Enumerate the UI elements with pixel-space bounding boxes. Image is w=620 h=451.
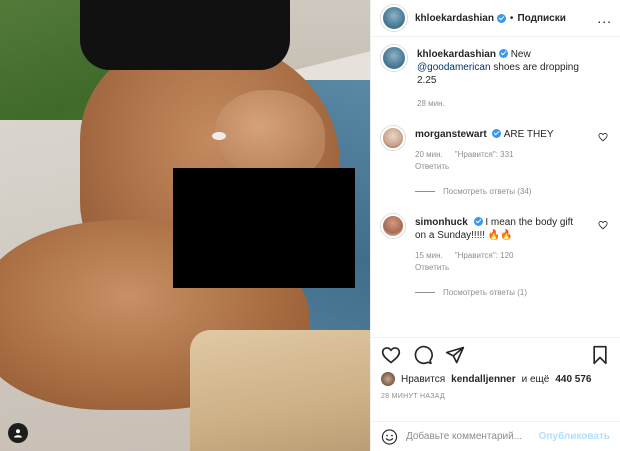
add-comment-bar: Опубликовать — [371, 421, 620, 451]
instagram-post-view: khloekardashian • Подписки ... khloekard… — [0, 0, 620, 451]
liker-avatar[interactable] — [381, 372, 395, 386]
reply-button[interactable]: Ответить — [415, 263, 585, 272]
view-replies-label: Посмотреть ответы (34) — [443, 187, 532, 196]
photo-black-top — [80, 0, 290, 70]
comment-meta: 20 мин. "Нравится": 331 — [415, 150, 585, 159]
share-icon[interactable] — [445, 345, 465, 365]
view-replies-label: Посмотреть ответы (1) — [443, 288, 528, 297]
verified-icon — [473, 217, 483, 226]
verified-icon — [492, 129, 502, 138]
likes-suffix: и ещё — [521, 373, 550, 385]
comment-item: morganstewart ARE THEY 20 мин. "Нравится… — [381, 126, 610, 171]
header-username[interactable]: khloekardashian — [415, 13, 494, 24]
comment-username[interactable]: simonhuck — [415, 217, 468, 228]
reply-button[interactable]: Ответить — [415, 162, 585, 171]
comment-heart-icon[interactable] — [598, 132, 608, 142]
comment-input[interactable] — [405, 431, 531, 442]
avatar[interactable] — [381, 5, 407, 31]
view-replies-button[interactable]: Посмотреть ответы (1) — [415, 288, 610, 297]
separator-dot: • — [509, 12, 514, 24]
comment-icon[interactable] — [413, 345, 433, 365]
post-photo[interactable] — [0, 0, 370, 451]
caption-avatar[interactable] — [381, 45, 407, 71]
replies-line — [415, 191, 435, 192]
following-button[interactable]: Подписки — [517, 13, 565, 24]
more-options-icon[interactable]: ... — [597, 10, 612, 26]
verified-icon — [498, 49, 508, 58]
post-actions: Нравится kendalljenner и ещё 440 576 28 … — [371, 337, 620, 421]
view-replies-button[interactable]: Посмотреть ответы (34) — [415, 187, 610, 196]
tagged-user-icon[interactable] — [8, 423, 28, 443]
likes-count[interactable]: 440 576 — [555, 374, 591, 385]
replies-line — [415, 292, 435, 293]
comment-avatar[interactable] — [381, 214, 405, 238]
photo-nails — [212, 132, 226, 140]
comment-likes[interactable]: "Нравится": 331 — [455, 150, 514, 159]
post-sidebar: khloekardashian • Подписки ... khloekard… — [370, 0, 620, 451]
caption-text: khloekardashian New @goodamerican shoes … — [417, 45, 592, 87]
comment-text: simonhuck I mean the body gift on a Sund… — [415, 214, 585, 242]
likes-summary: Нравится kendalljenner и ещё 440 576 — [381, 372, 610, 386]
emoji-icon[interactable] — [381, 428, 398, 446]
likes-prefix: Нравится — [401, 373, 446, 385]
posted-time[interactable]: 28 МИНУТ НАЗАД — [381, 393, 610, 400]
comment-meta: 15 мин. "Нравится": 120 — [415, 251, 585, 260]
bookmark-icon[interactable] — [590, 345, 610, 365]
comment-text: morganstewart ARE THEY — [415, 126, 585, 141]
verified-icon — [496, 13, 506, 23]
comment-body: ARE THEY — [503, 129, 554, 140]
comment-likes[interactable]: "Нравится": 120 — [455, 251, 514, 260]
caption-text-before: New — [510, 49, 531, 60]
comment-username[interactable]: morganstewart — [415, 129, 487, 140]
comment-time[interactable]: 20 мин. — [415, 150, 443, 159]
photo-shorts — [190, 330, 370, 451]
heart-icon[interactable] — [381, 345, 401, 365]
comments-list[interactable]: khloekardashian New @goodamerican shoes … — [371, 37, 620, 337]
caption-username[interactable]: khloekardashian — [417, 49, 496, 60]
liker-username[interactable]: kendalljenner — [451, 374, 515, 385]
post-header: khloekardashian • Подписки ... — [371, 0, 620, 37]
publish-button[interactable]: Опубликовать — [539, 431, 610, 442]
mention-link[interactable]: @goodamerican — [417, 62, 491, 73]
action-icons — [381, 344, 610, 366]
post-caption: khloekardashian New @goodamerican shoes … — [381, 45, 610, 108]
caption-time[interactable]: 28 мин. — [417, 99, 592, 108]
comment-avatar[interactable] — [381, 126, 405, 150]
comment-time[interactable]: 15 мин. — [415, 251, 443, 260]
comment-heart-icon[interactable] — [598, 220, 608, 230]
censor-box — [173, 168, 355, 288]
comment-item: simonhuck I mean the body gift on a Sund… — [381, 214, 610, 272]
